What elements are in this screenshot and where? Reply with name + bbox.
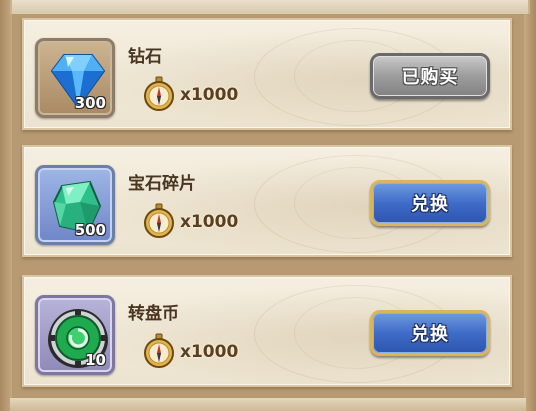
price-value: x1000 <box>180 85 239 105</box>
item-name: 钻石 <box>128 47 162 67</box>
spin-coin-icon <box>48 309 108 368</box>
frame-left <box>0 0 12 411</box>
item-quantity: 300 <box>74 94 106 112</box>
frame-top <box>10 0 530 14</box>
purchased-button[interactable]: 已购买 <box>370 53 490 99</box>
shop-item-row: 10 转盘币 x1000 兑换 <box>22 275 512 387</box>
exchange-button[interactable]: 兑换 <box>370 310 490 356</box>
shop-item-row: 300 钻石 x1000 已购买 <box>22 18 512 130</box>
compass-icon <box>144 76 174 111</box>
item-icon-frame[interactable]: 500 <box>35 165 115 245</box>
item-name: 宝石碎片 <box>128 174 196 194</box>
price-value: x1000 <box>180 212 239 232</box>
item-icon-frame[interactable]: 300 <box>35 38 115 118</box>
exchange-button[interactable]: 兑换 <box>370 180 490 226</box>
item-quantity: 10 <box>85 351 106 369</box>
frame-right <box>524 0 536 411</box>
item-quantity: 500 <box>74 221 106 239</box>
compass-icon <box>144 203 174 238</box>
frame-bottom <box>10 398 526 411</box>
shop-item-row: 500 宝石碎片 x1000 兑换 <box>22 145 512 257</box>
item-name: 转盘币 <box>128 304 179 324</box>
compass-icon <box>144 333 174 368</box>
item-icon-frame[interactable]: 10 <box>35 295 115 375</box>
price-value: x1000 <box>180 342 239 362</box>
